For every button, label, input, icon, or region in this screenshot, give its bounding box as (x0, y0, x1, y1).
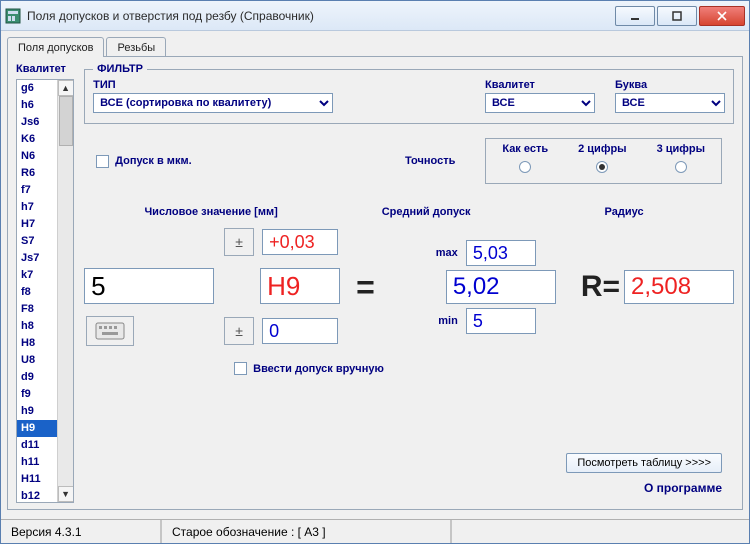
list-item[interactable]: b12 (17, 488, 57, 502)
lower-tolerance[interactable]: 0 (262, 318, 338, 344)
manual-tolerance-checkbox[interactable]: Ввести допуск вручную (234, 362, 384, 375)
list-item[interactable]: K6 (17, 131, 57, 148)
equals-sign: = (350, 269, 381, 306)
minimize-button[interactable] (615, 6, 655, 26)
main-column: ФИЛЬТР ТИП ВСЕ (сортировка по квалитету)… (84, 63, 734, 503)
header-radius: Радиус (516, 206, 732, 218)
close-button[interactable] (699, 6, 745, 26)
upper-tolerance[interactable]: +0,03 (262, 229, 338, 255)
status-desc: Старое обозначение : [ A3 ] (161, 520, 451, 543)
keyboard-button[interactable] (86, 316, 134, 346)
list-item[interactable]: f8 (17, 284, 57, 301)
list-item[interactable]: h9 (17, 403, 57, 420)
checkbox-icon (96, 155, 109, 168)
precision-asis[interactable]: Как есть (502, 143, 548, 173)
list-item[interactable]: h6 (17, 97, 57, 114)
list-item[interactable]: F8 (17, 301, 57, 318)
statusbar: Версия 4.3.1 Старое обозначение : [ A3 ] (1, 519, 749, 543)
nominal-input[interactable]: 5 (84, 268, 214, 304)
kvalitet-header: Квалитет (16, 63, 74, 75)
list-item[interactable]: Js6 (17, 114, 57, 131)
header-numeric: Числовое значение [мм] (86, 206, 336, 218)
upper-plusminus-button[interactable]: ± (224, 228, 254, 256)
list-item[interactable]: k7 (17, 267, 57, 284)
precision-group: Как есть 2 цифры 3 цифры (485, 138, 722, 184)
list-item[interactable]: g6 (17, 80, 57, 97)
list-item[interactable]: N6 (17, 148, 57, 165)
list-item[interactable]: U8 (17, 352, 57, 369)
avg-value: 5,02 (446, 270, 556, 304)
list-item[interactable]: H9 (17, 420, 57, 437)
app-window: Поля допусков и отверстия под резбу (Спр… (0, 0, 750, 544)
list-item[interactable]: H7 (17, 216, 57, 233)
client-area: Поля допусков Резьбы Квалитет g6h6Js6K6N… (1, 31, 749, 519)
window-title: Поля допусков и отверстия под резбу (Спр… (27, 9, 613, 23)
keyboard-icon (95, 322, 125, 340)
filter-letter-label: Буква (615, 79, 725, 91)
values-area: ± +0,03 5 H9 (84, 228, 734, 346)
list-item[interactable]: H8 (17, 335, 57, 352)
list-item[interactable]: S7 (17, 233, 57, 250)
list-item[interactable]: h7 (17, 199, 57, 216)
fit-display: H9 (260, 268, 340, 304)
list-item[interactable]: f9 (17, 386, 57, 403)
filter-group: ФИЛЬТР ТИП ВСЕ (сортировка по квалитету)… (84, 63, 734, 124)
filter-letter-select[interactable]: ВСЕ (615, 93, 725, 113)
scroll-down-button[interactable]: ▼ (58, 486, 74, 502)
max-value: 5,03 (466, 240, 536, 266)
min-label: min (426, 315, 458, 327)
status-pad (451, 520, 749, 543)
tol-mkm-label: Допуск в мкм. (115, 155, 192, 167)
list-item[interactable]: d9 (17, 369, 57, 386)
list-item[interactable]: H11 (17, 471, 57, 488)
precision-2digits[interactable]: 2 цифры (578, 143, 626, 173)
filter-type-label: ТИП (93, 79, 465, 91)
maximize-button[interactable] (657, 6, 697, 26)
tab-threads[interactable]: Резьбы (106, 37, 166, 57)
radio-icon (596, 161, 608, 173)
list-item[interactable]: h8 (17, 318, 57, 335)
min-value: 5 (466, 308, 536, 334)
precision-label: Точность (405, 155, 455, 167)
titlebar: Поля допусков и отверстия под резбу (Спр… (1, 1, 749, 31)
tol-mkm-checkbox[interactable]: Допуск в мкм. (96, 155, 192, 168)
about-link[interactable]: О программе (644, 481, 722, 495)
app-icon (5, 8, 21, 24)
header-avg: Средний допуск (336, 206, 516, 218)
scroll-up-button[interactable]: ▲ (58, 80, 74, 96)
radio-icon (675, 161, 687, 173)
scrollbar[interactable]: ▲ ▼ (57, 80, 73, 502)
radius-prefix: R= (581, 270, 620, 304)
max-label: max (426, 247, 458, 259)
scroll-thumb[interactable] (59, 96, 73, 146)
kvalitet-listbox[interactable]: g6h6Js6K6N6R6f7h7H7S7Js7k7f8F8h8H8U8d9f9… (16, 79, 74, 503)
tabbar: Поля допусков Резьбы (7, 37, 743, 57)
checkbox-icon (234, 362, 247, 375)
manual-tolerance-label: Ввести допуск вручную (253, 363, 384, 375)
view-table-button[interactable]: Посмотреть таблицу >>>> (566, 453, 722, 473)
list-item[interactable]: R6 (17, 165, 57, 182)
lower-plusminus-button[interactable]: ± (224, 317, 254, 345)
list-item[interactable]: d11 (17, 437, 57, 454)
radius-value: 2,508 (624, 270, 734, 304)
filter-legend: ФИЛЬТР (93, 63, 147, 75)
tab-tolerances[interactable]: Поля допусков (7, 37, 104, 57)
list-item[interactable]: h11 (17, 454, 57, 471)
precision-3digits[interactable]: 3 цифры (657, 143, 705, 173)
kvalitet-column: Квалитет g6h6Js6K6N6R6f7h7H7S7Js7k7f8F8h… (16, 63, 74, 503)
list-item[interactable]: f7 (17, 182, 57, 199)
filter-kval-select[interactable]: ВСЕ (485, 93, 595, 113)
window-controls (613, 6, 745, 26)
tabpanel: Квалитет g6h6Js6K6N6R6f7h7H7S7Js7k7f8F8h… (7, 56, 743, 510)
filter-kval-label: Квалитет (485, 79, 595, 91)
filter-type-select[interactable]: ВСЕ (сортировка по квалитету) (93, 93, 333, 113)
list-item[interactable]: Js7 (17, 250, 57, 267)
radio-icon (519, 161, 531, 173)
status-version: Версия 4.3.1 (1, 520, 161, 543)
